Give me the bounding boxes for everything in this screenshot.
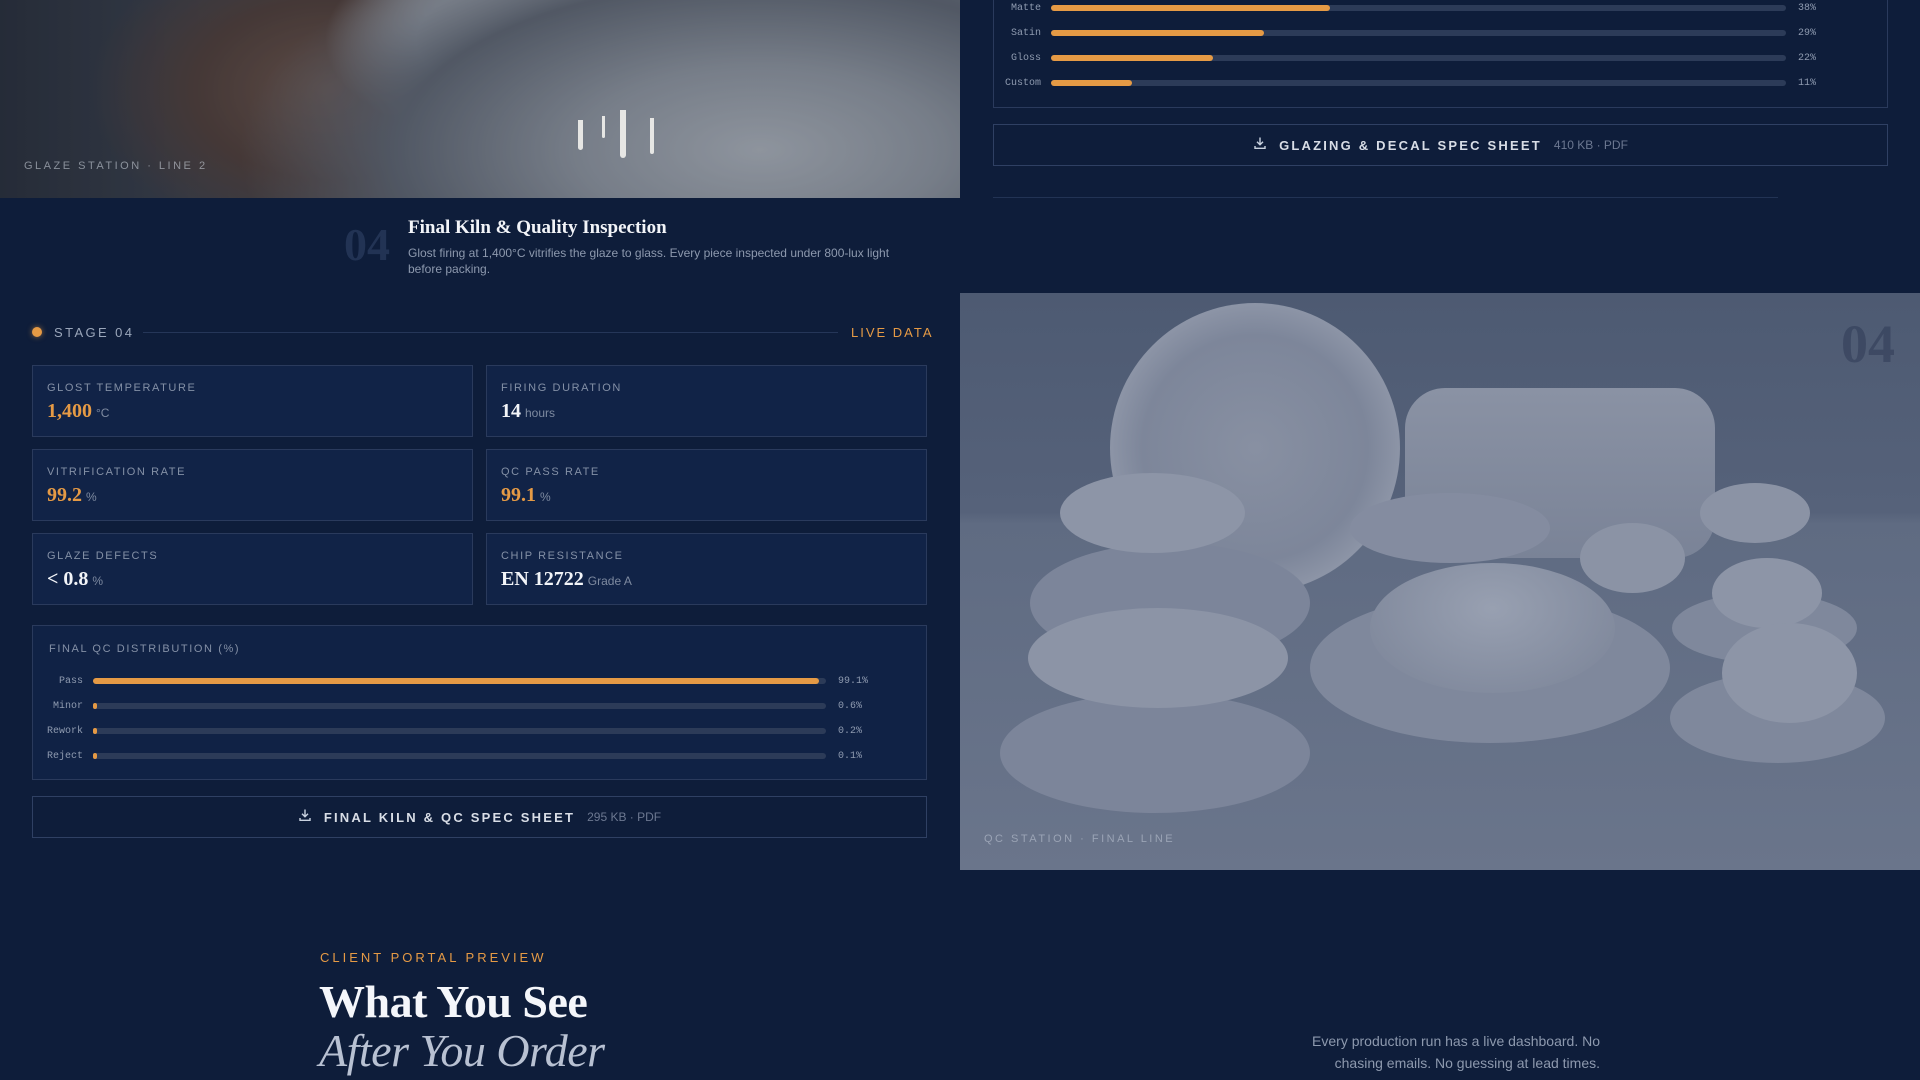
download-icon bbox=[1253, 136, 1267, 155]
distribution-percent: 29% bbox=[1798, 27, 1817, 39]
client-portal-description: Every production run has a live dashboar… bbox=[1312, 1033, 1600, 1071]
live-status-dot bbox=[32, 327, 42, 337]
metric-value-wrap: 99.2% bbox=[47, 484, 97, 507]
metric-value: < 0.8 bbox=[47, 568, 89, 590]
metric-value-wrap: 99.1% bbox=[501, 484, 551, 507]
distribution-fill bbox=[1051, 30, 1265, 36]
qc-label: Reject bbox=[46, 750, 83, 762]
metric-value: EN 12722 bbox=[501, 568, 584, 590]
distribution-track bbox=[1051, 30, 1786, 36]
metric-value-wrap: < 0.8% bbox=[47, 568, 103, 591]
qc-spec-download-button[interactable]: FINAL KILN & QC SPEC SHEET 295 KB · PDF bbox=[32, 796, 927, 838]
qc-fill bbox=[93, 753, 97, 759]
glaze-photo-caption: GLAZE STATION · LINE 2 bbox=[24, 160, 208, 172]
metric-value-wrap: 1,400 °C bbox=[47, 400, 109, 423]
qc-row-rework: Rework 0.2% bbox=[33, 724, 926, 738]
metric-unit: °C bbox=[96, 406, 110, 420]
distribution-fill bbox=[1051, 80, 1132, 86]
download-label: FINAL KILN & QC SPEC SHEET bbox=[323, 809, 576, 825]
client-portal-title: What You See bbox=[319, 976, 588, 1027]
metric-label: VITRIFICATION RATE bbox=[47, 466, 187, 478]
qc-label: Pass bbox=[58, 675, 83, 687]
distribution-percent: 38% bbox=[1798, 2, 1817, 14]
distribution-label: Custom bbox=[1004, 77, 1041, 89]
distribution-label: Gloss bbox=[1010, 52, 1041, 64]
qc-percent: 0.2% bbox=[838, 725, 863, 737]
distribution-track bbox=[1051, 55, 1786, 61]
distribution-fill bbox=[1051, 5, 1331, 11]
distribution-row-custom: Custom 11% bbox=[994, 76, 1887, 90]
qc-percent: 0.1% bbox=[838, 750, 863, 762]
metric-label: CHIP RESISTANCE bbox=[501, 550, 624, 562]
qc-percent: 0.6% bbox=[838, 700, 863, 712]
client-portal-eyebrow: CLIENT PORTAL PREVIEW bbox=[320, 950, 547, 965]
qc-fill bbox=[93, 728, 97, 734]
download-icon bbox=[298, 808, 312, 827]
qc-photo-caption: QC STATION · FINAL LINE bbox=[984, 833, 1176, 845]
distribution-fill bbox=[1051, 55, 1213, 61]
distribution-percent: 11% bbox=[1798, 77, 1817, 89]
metric-glost-temperature: GLOST TEMPERATURE 1,400 °C bbox=[32, 365, 473, 437]
metric-value-wrap: 14 hours bbox=[501, 400, 555, 423]
qc-track bbox=[93, 728, 826, 734]
glaze-finish-distribution-card: Matte 38% Satin 29% Gloss 22% Custom 11% bbox=[993, 0, 1888, 108]
qc-track bbox=[93, 678, 826, 684]
distribution-track bbox=[1051, 5, 1786, 11]
distribution-row-gloss: Gloss 22% bbox=[994, 51, 1887, 65]
distribution-label: Satin bbox=[1010, 27, 1041, 39]
section-number: 04 bbox=[344, 219, 390, 270]
qc-label: Minor bbox=[52, 700, 83, 712]
qc-station-photo: 04 QC STATION · FINAL LINE bbox=[960, 293, 1920, 870]
section-description: Glost firing at 1,400°C vitrifies the gl… bbox=[408, 246, 890, 276]
metric-unit: % bbox=[540, 490, 551, 504]
glaze-station-photo: GLAZE STATION · LINE 2 bbox=[0, 0, 960, 198]
metric-value: 14 bbox=[501, 400, 521, 422]
live-data-badge: LIVE DATA bbox=[851, 325, 934, 340]
metric-value: 1,400 bbox=[47, 400, 92, 422]
metric-label: FIRING DURATION bbox=[501, 382, 622, 394]
distribution-row-matte: Matte 38% bbox=[994, 1, 1887, 15]
metric-value: 99.2 bbox=[47, 484, 82, 506]
stage-divider bbox=[143, 332, 838, 333]
divider bbox=[993, 197, 1778, 198]
stage-label: STAGE 04 bbox=[54, 325, 135, 340]
metric-glaze-defects: GLAZE DEFECTS < 0.8% bbox=[32, 533, 473, 605]
metric-chip-resistance: CHIP RESISTANCE EN 12722 Grade A bbox=[486, 533, 927, 605]
metric-label: GLOST TEMPERATURE bbox=[47, 382, 197, 394]
metric-value-wrap: EN 12722 Grade A bbox=[501, 568, 632, 591]
distribution-row-satin: Satin 29% bbox=[994, 26, 1887, 40]
qc-track bbox=[93, 753, 826, 759]
section-title: Final Kiln & Quality Inspection bbox=[408, 217, 667, 238]
qc-distribution-card: FINAL QC DISTRIBUTION (%) Pass 99.1% Min… bbox=[32, 625, 927, 780]
metric-unit: % bbox=[86, 490, 97, 504]
metric-label: QC PASS RATE bbox=[501, 466, 600, 478]
metric-vitrification-rate: VITRIFICATION RATE 99.2% bbox=[32, 449, 473, 521]
distribution-label: Matte bbox=[1010, 2, 1041, 14]
distribution-track bbox=[1051, 80, 1786, 86]
qc-row-pass: Pass 99.1% bbox=[33, 674, 926, 688]
metric-label: GLAZE DEFECTS bbox=[47, 550, 159, 562]
download-label: GLAZING & DECAL SPEC SHEET bbox=[1279, 137, 1542, 153]
qc-row-reject: Reject 0.1% bbox=[33, 749, 926, 763]
metric-unit: hours bbox=[525, 406, 556, 420]
metric-value: 99.1 bbox=[501, 484, 536, 506]
qc-label: Rework bbox=[46, 725, 83, 737]
qc-fill bbox=[93, 703, 98, 709]
metric-unit: Grade A bbox=[587, 574, 632, 588]
glazing-spec-download-button[interactable]: GLAZING & DECAL SPEC SHEET 410 KB · PDF bbox=[993, 124, 1888, 166]
qc-row-minor: Minor 0.6% bbox=[33, 699, 926, 713]
metric-unit: % bbox=[92, 574, 104, 588]
distribution-percent: 22% bbox=[1798, 52, 1817, 64]
metric-qc-pass-rate: QC PASS RATE 99.1% bbox=[486, 449, 927, 521]
qc-fill bbox=[93, 678, 820, 684]
qc-percent: 99.1% bbox=[838, 675, 869, 687]
download-meta: 295 KB · PDF bbox=[587, 810, 662, 824]
qc-distribution-title: FINAL QC DISTRIBUTION (%) bbox=[49, 643, 241, 655]
metric-firing-duration: FIRING DURATION 14 hours bbox=[486, 365, 927, 437]
download-meta: 410 KB · PDF bbox=[1553, 138, 1628, 152]
client-portal-subtitle: After You Order bbox=[319, 1025, 605, 1076]
qc-track bbox=[93, 703, 826, 709]
photo-section-number: 04 bbox=[1841, 314, 1895, 374]
